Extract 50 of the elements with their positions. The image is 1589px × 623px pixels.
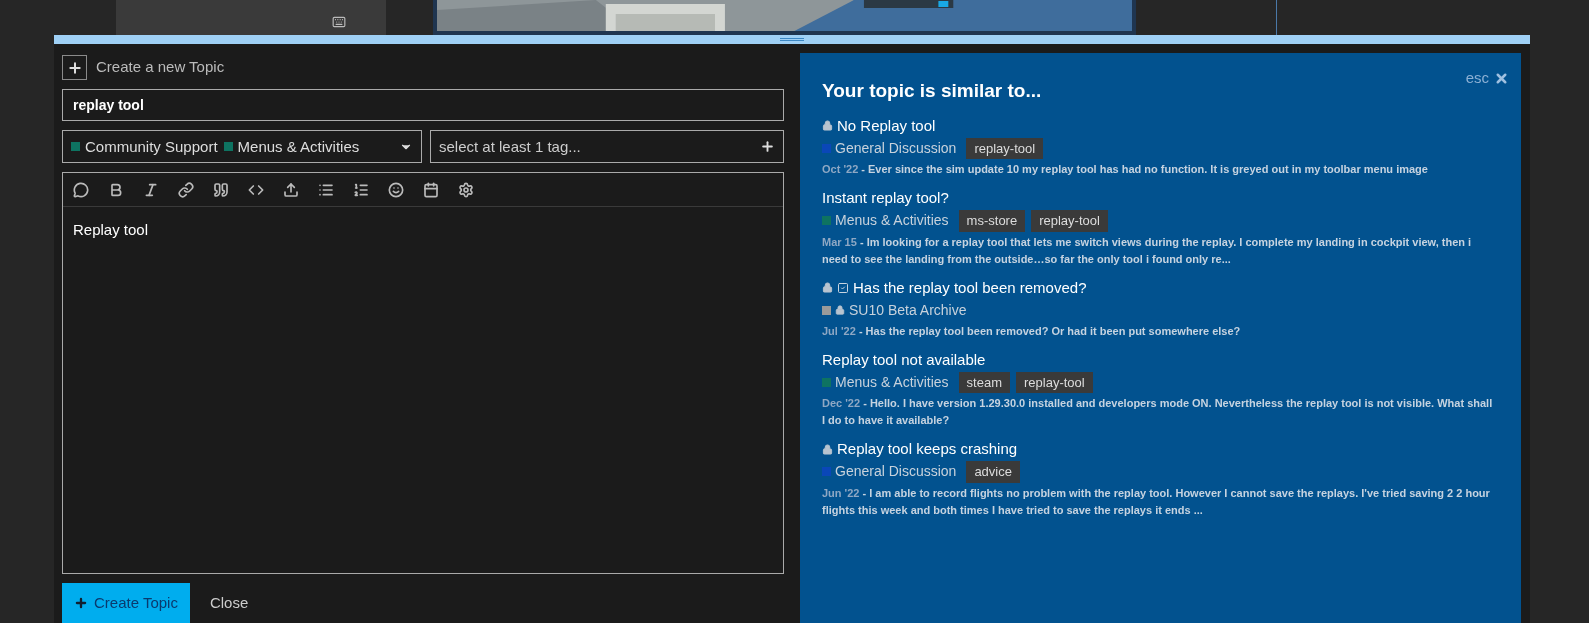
numbered-list-icon[interactable] (353, 181, 369, 198)
tag[interactable]: ms-store (958, 210, 1026, 232)
close-icon (1494, 70, 1509, 86)
topic-excerpt: Jul '22 - Has the replay tool been removed? Or had it been put somewhere else? (822, 323, 1242, 339)
composer-heading: Create a new Topic (96, 57, 225, 78)
plus-icon (74, 596, 88, 610)
category-name[interactable]: Menus & Activities (835, 371, 949, 393)
blockquote-icon[interactable] (213, 181, 229, 198)
category-name: Community Support (85, 136, 218, 157)
tag-placeholder: select at least 1 tag... (439, 136, 581, 157)
keyboard-icon (332, 15, 346, 29)
create-topic-button[interactable]: Create Topic (62, 583, 190, 623)
topic-excerpt: Oct '22 - Ever since the sim update 10 my replay tool has had no function. It is greyed out in my toolbar menu image (822, 162, 1429, 177)
topic-title[interactable]: No Replay tool (837, 115, 936, 136)
quote-bubble-icon[interactable] (73, 181, 89, 198)
category-dropdown[interactable]: Community Support Menus & Activities (62, 130, 422, 164)
editor[interactable]: Replay tool (62, 172, 784, 574)
category-name[interactable]: General Discussion (835, 137, 957, 159)
settings-icon[interactable] (458, 181, 474, 198)
topic-title[interactable]: Replay tool not available (822, 349, 986, 370)
dismiss-button[interactable]: esc (1465, 67, 1509, 90)
topic-title[interactable]: Replay tool keeps crashing (837, 439, 1018, 459)
panel-heading: Your topic is similar to... (822, 79, 1042, 103)
category-name: Menus & Activities (237, 136, 360, 157)
category-name[interactable]: Menus & Activities (835, 210, 949, 232)
editor-text: Replay tool (72, 220, 150, 241)
plus-icon (66, 59, 83, 76)
tag-field[interactable]: select at least 1 tag... (430, 130, 784, 164)
tag[interactable]: steam (958, 371, 1010, 393)
topic-excerpt: Mar 15 - Im looking for a replay tool that lets me switch views during the replay. I complete my landing in cockpit view, then i need to see the landing from the outside…so far the only tool i found only re... (822, 234, 1473, 267)
tag[interactable]: replay-tool (1031, 210, 1108, 232)
topic-excerpt: Jun '22 - I am able to record flights no problem with the replay tool. However I cannot save the replays. I've tried saving 2 2 hour flights this week and both times I have tried to save the replays it ends ... (822, 485, 1491, 518)
category-name[interactable]: SU10 Beta Archive (849, 299, 967, 321)
topic-title[interactable]: Instant replay tool? (822, 188, 949, 208)
bold-icon[interactable] (108, 181, 124, 198)
calendar-icon[interactable] (423, 181, 439, 198)
plus-icon (760, 139, 775, 155)
add-topic-button[interactable] (62, 55, 87, 80)
topic-excerpt: Dec '22 - Hello. I have version 1.29.30.0 installed and developers mode ON. Nevertheless the replay tool is not visible. What shall I do to have it available? (822, 396, 1494, 428)
tag[interactable]: replay-tool (966, 137, 1044, 159)
topic-title[interactable]: Has the replay tool been removed? (853, 277, 1087, 298)
tag[interactable]: advice (966, 461, 1020, 483)
emoji-icon[interactable] (388, 181, 404, 198)
title-input[interactable]: replay tool (62, 89, 784, 122)
italic-icon[interactable] (143, 181, 159, 198)
close-button[interactable]: Close (191, 583, 267, 623)
link-icon[interactable] (178, 181, 194, 198)
category-name[interactable]: General Discussion (835, 461, 957, 483)
upload-icon[interactable] (283, 181, 299, 198)
tag[interactable]: replay-tool (1016, 371, 1093, 393)
